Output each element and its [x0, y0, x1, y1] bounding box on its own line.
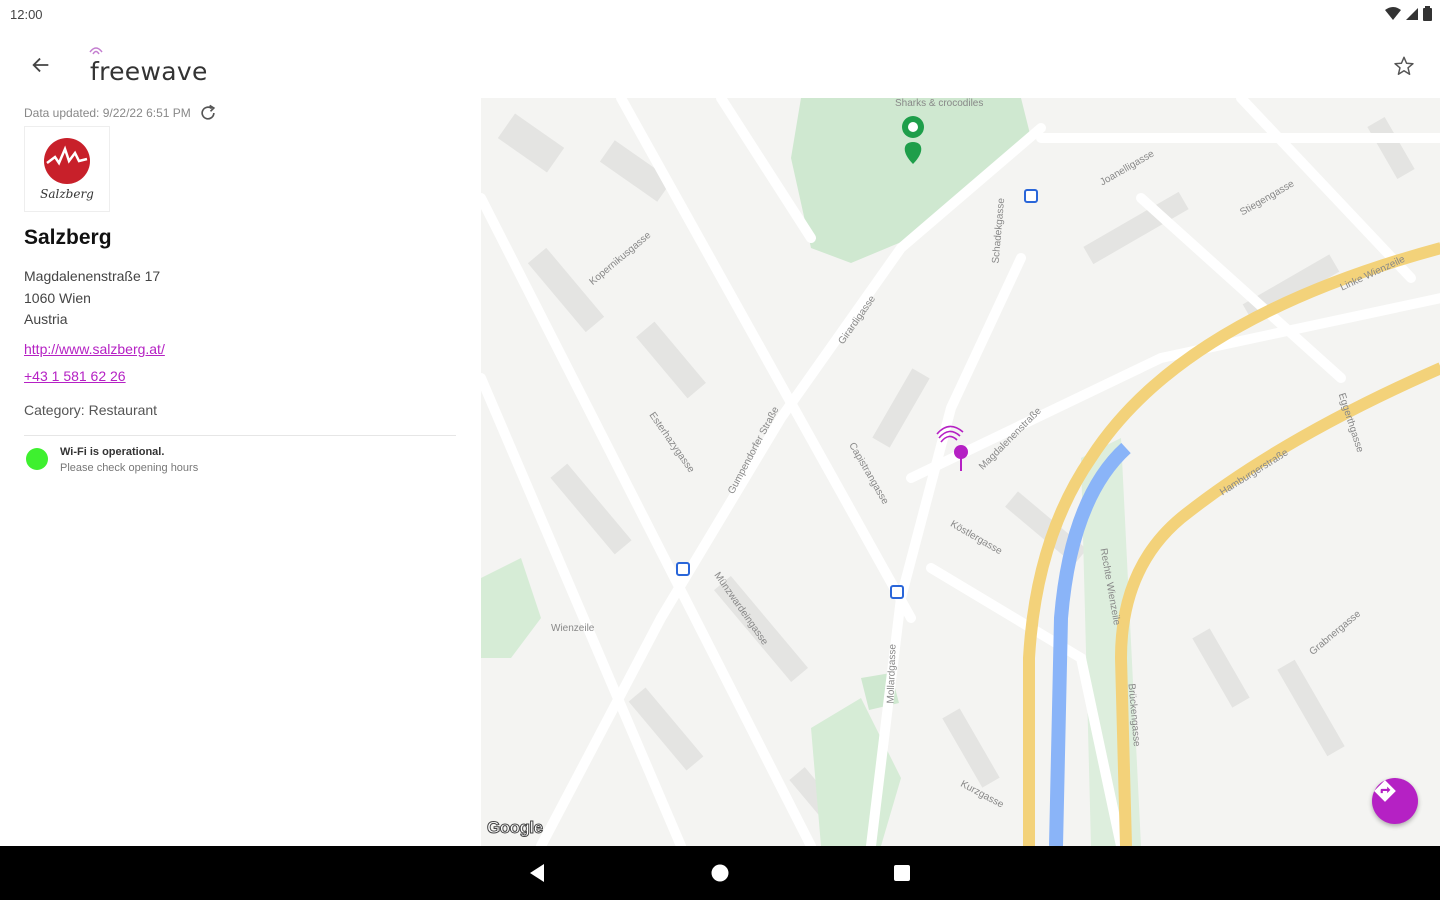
status-bar: 12:00	[0, 0, 1440, 30]
map-label-street: Wienzeile	[551, 623, 595, 634]
venue-address: Magdalenenstraße 17 1060 Wien Austria	[24, 266, 160, 331]
address-line-country: Austria	[24, 311, 68, 327]
google-attribution: Google	[487, 818, 544, 838]
logo-wifi-icon	[89, 47, 103, 55]
map-label-street: Mollardgasse	[885, 643, 899, 704]
logo-text: freewave	[90, 57, 208, 86]
nav-recents-button[interactable]	[889, 860, 915, 886]
data-updated-text: Data updated: 9/22/22 6:51 PM	[24, 106, 191, 120]
wifi-status-subtitle: Please check opening hours	[60, 462, 199, 474]
favorite-button[interactable]	[1388, 50, 1420, 82]
wifi-signal-icon	[1385, 6, 1401, 20]
nav-back-button[interactable]	[524, 860, 550, 886]
venue-logo-emblem-icon	[44, 138, 90, 184]
wifi-status-title: Wi-Fi is operational.	[60, 446, 165, 458]
freewave-logo: freewave	[89, 46, 208, 86]
battery-icon	[1423, 6, 1432, 21]
nav-home-button[interactable]	[707, 860, 733, 886]
venue-logo: Salzberg	[24, 126, 110, 212]
map-label-park: Sharks & crocodiles	[895, 98, 984, 109]
venue-details-panel: Data updated: 9/22/22 6:51 PM Salzberg S…	[0, 98, 480, 846]
map-view[interactable]: Sharks & crocodiles Gumpendorfer Straße …	[481, 98, 1440, 846]
system-nav-bar	[0, 846, 1440, 900]
app-bar: freewave	[0, 36, 1440, 96]
status-icons	[1385, 6, 1432, 21]
phone-link[interactable]: +43 1 581 62 26	[24, 368, 126, 384]
status-time: 12:00	[10, 7, 43, 22]
venue-name: Salzberg	[24, 226, 112, 249]
back-button[interactable]	[24, 50, 58, 80]
directions-button[interactable]	[1372, 778, 1418, 824]
address-line-street: Magdalenenstraße 17	[24, 268, 161, 284]
website-link[interactable]: http://www.salzberg.at/	[24, 341, 165, 357]
circle-home-icon	[711, 864, 729, 882]
venue-category: Category: Restaurant	[24, 402, 158, 418]
address-line-city: 1060 Wien	[24, 289, 91, 306]
divider	[24, 435, 456, 436]
triangle-back-icon	[530, 864, 544, 882]
map-canvas[interactable]	[481, 98, 1440, 846]
wifi-status-indicator	[26, 448, 48, 470]
venue-logo-text: Salzberg	[40, 187, 94, 201]
star-outline-icon	[1394, 56, 1414, 75]
refresh-icon	[201, 104, 215, 120]
arrow-left-icon	[32, 57, 49, 73]
directions-icon	[1374, 780, 1396, 802]
wifi-status-row: Wi-Fi is operational. Please check openi…	[26, 442, 198, 476]
data-updated-row: Data updated: 9/22/22 6:51 PM	[24, 102, 219, 124]
refresh-button[interactable]	[197, 102, 219, 124]
square-recents-icon	[894, 865, 910, 881]
cell-signal-icon	[1406, 7, 1418, 20]
